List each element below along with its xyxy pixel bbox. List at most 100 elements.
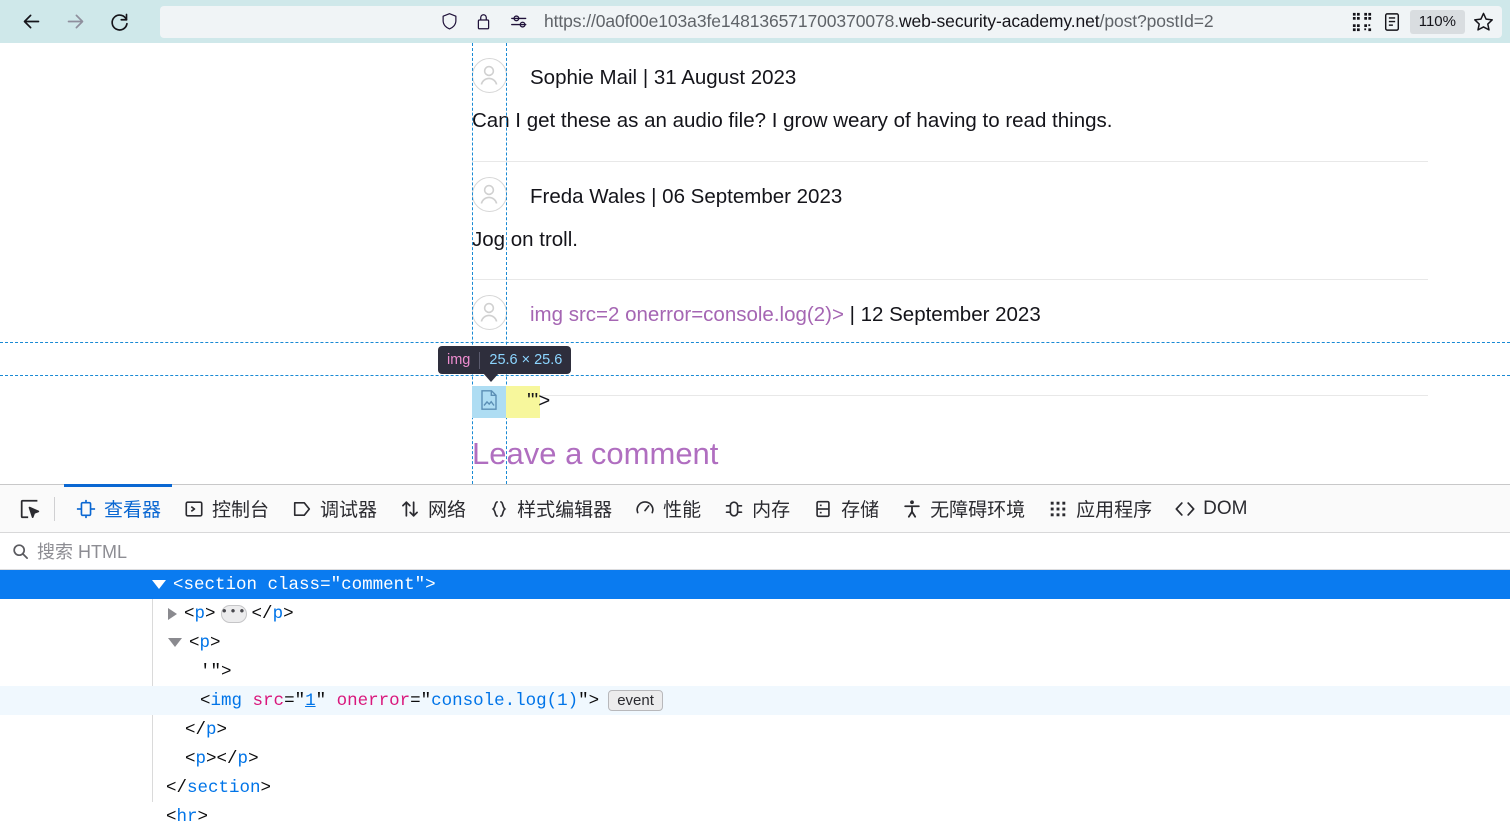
tab-storage-label: 存储 bbox=[841, 500, 880, 521]
dom-attr-name[interactable]: class bbox=[268, 575, 321, 595]
highlight-tooltip: img 25.6 × 25.6 bbox=[438, 346, 572, 374]
comment-divider bbox=[472, 161, 1428, 162]
tab-network-label: 网络 bbox=[428, 500, 467, 521]
devtools-panel: 查看器 控制台 调试器 网络 样式编辑器 性能 内存 存储 无障碍环境 应用程序… bbox=[0, 484, 1510, 832]
back-icon[interactable] bbox=[12, 3, 50, 41]
comment-author-link[interactable]: img src=2 onerror=console.log(2)> bbox=[530, 303, 844, 326]
comment-divider bbox=[472, 395, 1428, 396]
search-input[interactable]: 搜索 HTML bbox=[0, 533, 1510, 570]
permissions-icon[interactable] bbox=[506, 9, 532, 35]
dom-attr-name[interactable]: onerror bbox=[337, 691, 411, 711]
comment-date: 12 September 2023 bbox=[860, 303, 1041, 326]
avatar bbox=[472, 58, 507, 93]
tab-debugger-label: 调试器 bbox=[320, 500, 378, 521]
dom-tag-name: img bbox=[210, 690, 243, 711]
comment-body: Can I get these as an audio file? I grow… bbox=[472, 109, 1113, 132]
comment-separator: | bbox=[843, 303, 861, 326]
dom-attr-value[interactable]: console.log(1) bbox=[431, 691, 578, 711]
star-icon[interactable] bbox=[1468, 8, 1498, 36]
url-host: web-security-academy.net bbox=[899, 11, 1100, 31]
tab-accessibility[interactable]: 无障碍环境 bbox=[890, 485, 1036, 532]
dom-attr-value[interactable]: 1 bbox=[305, 691, 316, 711]
dom-row[interactable]: < p ></p > bbox=[0, 744, 1510, 773]
comment-separator: | bbox=[637, 66, 654, 89]
dom-icon bbox=[1174, 498, 1196, 520]
storage-icon bbox=[812, 498, 834, 520]
tab-console[interactable]: 控制台 bbox=[172, 485, 280, 532]
lock-icon[interactable] bbox=[470, 9, 496, 35]
memory-icon bbox=[723, 498, 745, 520]
dom-row[interactable]: </p > bbox=[0, 715, 1510, 744]
dom-tag-name: hr bbox=[176, 806, 198, 827]
dom-row[interactable]: '"> bbox=[0, 657, 1510, 686]
collapsed-children-icon[interactable]: ••• bbox=[220, 604, 247, 623]
event-badge[interactable]: event bbox=[608, 690, 663, 711]
tab-memory[interactable]: 内存 bbox=[712, 485, 801, 532]
inspector-icon bbox=[75, 498, 97, 520]
forward-icon bbox=[56, 3, 94, 41]
reload-icon[interactable] bbox=[100, 3, 138, 41]
tab-style-editor[interactable]: 样式编辑器 bbox=[477, 485, 623, 532]
tab-dom-label: DOM bbox=[1203, 497, 1248, 519]
dom-row[interactable]: < p > ••• </p > bbox=[0, 599, 1510, 628]
tab-inspector[interactable]: 查看器 bbox=[64, 484, 173, 532]
dom-row[interactable]: < section class =" comment "> bbox=[0, 570, 1510, 599]
tab-network[interactable]: 网络 bbox=[388, 485, 477, 532]
tab-application-label: 应用程序 bbox=[1076, 500, 1153, 521]
comment-body-text: '"> bbox=[527, 389, 551, 412]
reader-mode-icon[interactable] bbox=[1377, 8, 1407, 36]
twisty-closed-icon[interactable] bbox=[168, 607, 177, 620]
dom-tag-name: p bbox=[206, 719, 217, 740]
performance-icon bbox=[634, 498, 656, 520]
highlight-guide-horizontal bbox=[0, 375, 1510, 376]
search-placeholder: 搜索 HTML bbox=[37, 542, 127, 562]
search-icon bbox=[12, 543, 29, 560]
dom-tree[interactable]: < section class =" comment "> < p > ••• </p > < p >… bbox=[0, 570, 1510, 831]
avatar bbox=[472, 295, 507, 330]
dom-row[interactable]: </section > bbox=[0, 773, 1510, 802]
avatar bbox=[472, 177, 507, 212]
url-bar[interactable]: https://0a0f00e103a3fe148136571700370078… bbox=[160, 5, 1502, 38]
comment-date: 31 August 2023 bbox=[653, 66, 797, 89]
dom-tag-name: p bbox=[195, 748, 207, 769]
dom-attr-name[interactable]: src bbox=[253, 691, 285, 711]
twisty-open-icon[interactable] bbox=[152, 580, 166, 589]
dom-tag-name: section bbox=[183, 574, 258, 595]
comment-author: Freda Wales bbox=[530, 185, 646, 208]
tab-debugger[interactable]: 调试器 bbox=[280, 485, 388, 532]
browser-toolbar: https://0a0f00e103a3fe148136571700370078… bbox=[0, 0, 1510, 43]
comment-header: img src=2 onerror=console.log(2)> | 12 S… bbox=[530, 303, 1041, 327]
element-picker-icon[interactable] bbox=[10, 489, 50, 529]
tab-console-label: 控制台 bbox=[212, 500, 270, 521]
url-text[interactable]: https://0a0f00e103a3fe148136571700370078… bbox=[544, 11, 1214, 32]
style-editor-icon bbox=[488, 498, 510, 520]
dom-row[interactable]: < p > bbox=[0, 628, 1510, 657]
twisty-open-icon[interactable] bbox=[168, 638, 182, 647]
page-title: Leave a comment bbox=[472, 436, 719, 471]
shield-icon[interactable] bbox=[436, 9, 462, 35]
zoom-level-badge[interactable]: 110% bbox=[1409, 9, 1465, 34]
highlight-content-box bbox=[472, 386, 506, 418]
comment-header: Freda Wales | 06 September 2023 bbox=[530, 185, 842, 209]
qr-code-icon[interactable] bbox=[1347, 8, 1377, 36]
debugger-icon bbox=[291, 498, 313, 520]
dom-row[interactable]: < hr > bbox=[0, 802, 1510, 831]
tab-storage[interactable]: 存储 bbox=[801, 485, 890, 532]
url-path: /post?postId=2 bbox=[1099, 11, 1214, 31]
devtools-tabbar: 查看器 控制台 调试器 网络 样式编辑器 性能 内存 存储 无障碍环境 应用程序… bbox=[0, 484, 1510, 533]
console-icon bbox=[183, 498, 205, 520]
tab-performance[interactable]: 性能 bbox=[623, 485, 712, 532]
tab-application[interactable]: 应用程序 bbox=[1036, 485, 1163, 532]
tab-performance-label: 性能 bbox=[663, 500, 702, 521]
tab-accessibility-label: 无障碍环境 bbox=[930, 500, 1026, 521]
highlight-guide-horizontal bbox=[0, 342, 1510, 343]
dom-attr-value[interactable]: comment bbox=[341, 575, 415, 595]
accessibility-icon bbox=[901, 498, 923, 520]
highlight-tooltip-dimensions: 25.6 × 25.6 bbox=[489, 352, 563, 368]
tabbar-divider bbox=[54, 496, 55, 521]
dom-tag-name: section bbox=[187, 777, 261, 798]
tab-memory-label: 内存 bbox=[752, 500, 791, 521]
comment-body: Jog on troll. bbox=[472, 228, 578, 251]
dom-row[interactable]: < img src =" 1 " onerror =" console.log(1) "> ev… bbox=[0, 686, 1510, 715]
tab-dom[interactable]: DOM bbox=[1163, 485, 1258, 532]
